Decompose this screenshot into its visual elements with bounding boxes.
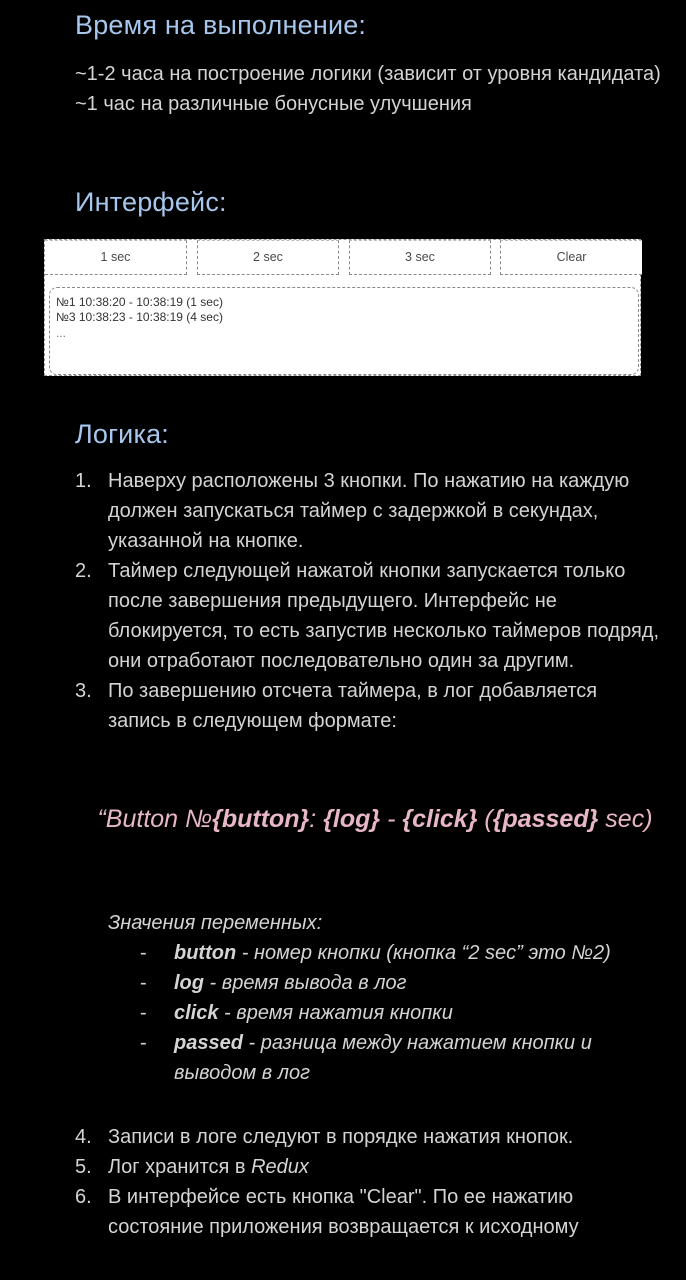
variable-item: - click - время нажатия кнопки (108, 998, 668, 1028)
variable-name: passed (174, 1032, 243, 1054)
logic-item-3: 3. По завершению отсчета таймера, в лог … (75, 676, 665, 736)
logic-list: 1. Наверху расположены 3 кнопки. По нажа… (75, 466, 665, 736)
formula-text: sec) (598, 805, 653, 833)
item-text: В интерфейсе есть кнопка "Clear". По ее … (108, 1186, 579, 1238)
bullet-dash: - (140, 1002, 147, 1024)
formula-text: : (309, 805, 324, 833)
logic-item-1: 1. Наверху расположены 3 кнопки. По нажа… (75, 466, 665, 556)
item-number: 4. (75, 1126, 92, 1148)
logic-item-5: 5. Лог хранится в Redux (75, 1152, 665, 1182)
variable-item: - button - номер кнопки (кнопка “2 sec” э… (108, 938, 668, 968)
item-text: Наверху расположены 3 кнопки. По нажатию… (108, 470, 630, 552)
section-title-interface: Интерфейс: (75, 187, 227, 217)
variable-name: click (174, 1002, 219, 1024)
time-item: ~1-2 часа на построение логики (зависит … (75, 63, 661, 85)
mock-log-area: №1 10:38:20 - 10:38:19 (1 sec) №3 10:38:… (49, 287, 639, 375)
logic-item-2: 2. Таймер следующей нажатой кнопки запус… (75, 556, 665, 676)
formula-var-click: {click} (402, 805, 478, 833)
mock-button-clear[interactable]: Clear (500, 240, 642, 275)
variables-list: - button - номер кнопки (кнопка “2 sec” э… (108, 938, 668, 1088)
item-text: Записи в логе следуют в порядке нажатия … (108, 1126, 574, 1148)
item-text-italic: Redux (251, 1156, 309, 1178)
variable-name: log (174, 972, 204, 994)
logic-item-6: 6. В интерфейсе есть кнопка "Clear". По … (75, 1182, 665, 1242)
bullet-dash: - (140, 1032, 147, 1054)
variable-desc: - номер кнопки (кнопка “2 sec” это №2) (236, 942, 611, 964)
item-number: 3. (75, 680, 92, 702)
interface-mockup: 1 sec 2 sec 3 sec Clear №1 10:38:20 - 10… (44, 239, 642, 376)
item-number: 5. (75, 1156, 92, 1178)
formula-var-button: {button} (212, 805, 310, 833)
log-line: №1 10:38:20 - 10:38:19 (1 sec) (56, 295, 223, 309)
time-list: ~1-2 часа на построение логики (зависит … (75, 59, 665, 119)
logic-item-4: 4. Записи в логе следуют в порядке нажат… (75, 1122, 665, 1152)
mock-button-3-sec[interactable]: 3 sec (349, 240, 491, 275)
item-text: Лог хранится в (108, 1156, 252, 1178)
variables-title: Значения переменных: (108, 912, 323, 934)
bullet-dash: - (140, 942, 147, 964)
variable-desc: - время нажатия кнопки (218, 1002, 453, 1024)
log-format-formula: “Button №{button}: {log} - {click} ({pas… (80, 800, 670, 838)
logic-list-continued: 4. Записи в логе следуют в порядке нажат… (75, 1122, 665, 1242)
variable-name: button (174, 942, 237, 964)
formula-text: ( (477, 805, 493, 833)
formula-var-log: {log} (323, 805, 381, 833)
variable-item: - log - время вывода в лог (108, 968, 668, 998)
variable-item: - passed - разница между нажатием кнопки … (108, 1028, 668, 1088)
item-number: 2. (75, 560, 92, 582)
bullet-dash: - (140, 972, 147, 994)
mock-button-2-sec[interactable]: 2 sec (197, 240, 339, 275)
formula-text: “Button № (97, 805, 213, 833)
item-number: 6. (75, 1186, 92, 1208)
log-ellipsis: ... (56, 326, 67, 340)
formula-var-passed: {passed} (492, 805, 599, 833)
mock-button-1-sec[interactable]: 1 sec (45, 240, 187, 275)
section-title-time: Время на выполнение: (75, 10, 367, 40)
log-line: №3 10:38:23 - 10:38:19 (4 sec) (56, 310, 223, 324)
item-text: Таймер следующей нажатой кнопки запускае… (108, 560, 660, 672)
formula-text: - (380, 805, 403, 833)
item-text: По завершению отсчета таймера, в лог доб… (108, 680, 598, 732)
section-title-logic: Логика: (75, 419, 169, 449)
variable-desc: - время вывода в лог (204, 972, 407, 994)
item-number: 1. (75, 470, 92, 492)
time-item: ~1 час на различные бонусные улучшения (75, 93, 472, 115)
